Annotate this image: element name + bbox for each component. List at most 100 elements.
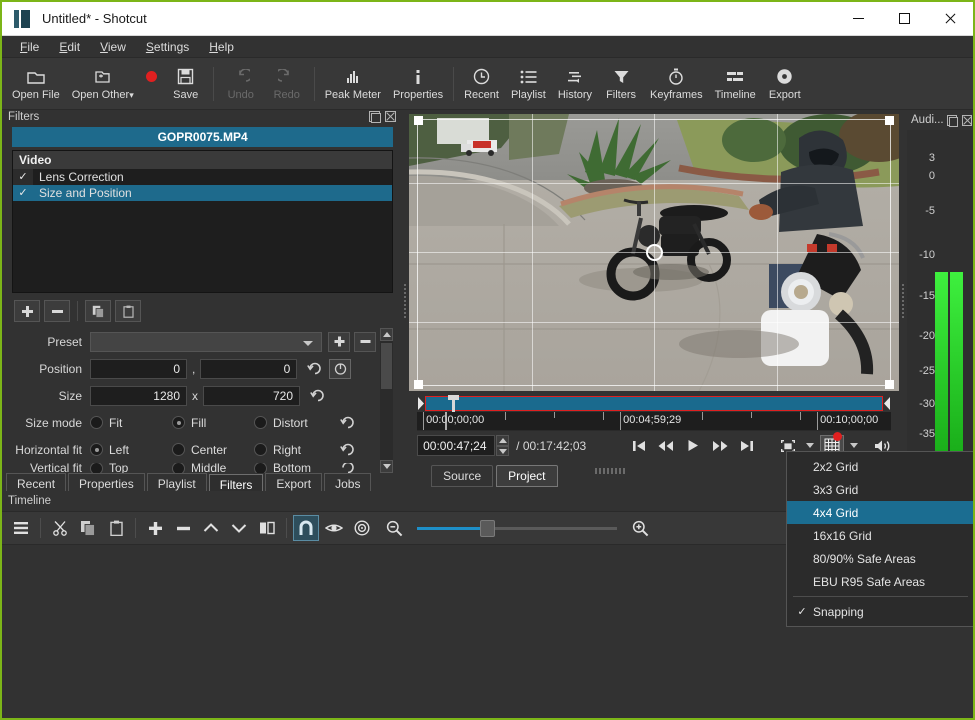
size-mode-reset-button[interactable]	[336, 412, 358, 433]
close-button[interactable]	[927, 2, 973, 36]
hfit-right[interactable]: Right	[254, 443, 336, 457]
menu-item-3x3-grid[interactable]: 3x3 Grid	[787, 478, 973, 501]
scrub-bar[interactable]	[417, 394, 891, 414]
menu-item-ebu-r95-safe-areas[interactable]: EBU R95 Safe Areas	[787, 570, 973, 593]
tab-source[interactable]: Source	[431, 465, 494, 488]
scroll-down-button[interactable]	[380, 460, 394, 473]
filter-row-size-and-position[interactable]: ✓ Size and Position	[13, 185, 393, 201]
snap-toggle-button[interactable]	[293, 515, 319, 541]
maximize-button[interactable]	[881, 2, 927, 36]
toolbar-recent[interactable]: Recent	[458, 65, 505, 103]
size-width-input[interactable]: 1280	[90, 385, 187, 406]
menu-settings[interactable]: Settings	[136, 37, 199, 57]
toolbar-playlist[interactable]: Playlist	[505, 65, 552, 103]
filters-close-icon[interactable]	[384, 110, 397, 123]
preset-add-button[interactable]	[328, 331, 351, 352]
menu-item-16x16-grid[interactable]: 16x16 Grid	[787, 524, 973, 547]
vfit-top[interactable]: Top	[90, 463, 172, 473]
zoom-timeline-out-button[interactable]	[381, 515, 407, 541]
filter-checkbox[interactable]: ✓	[13, 169, 33, 185]
remove-filter-button[interactable]	[44, 300, 70, 322]
toolbar-open-other[interactable]: Open Other▾	[66, 65, 140, 103]
audio-float-icon[interactable]	[946, 114, 958, 127]
spin-down-button[interactable]	[496, 445, 510, 457]
copy-filters-button[interactable]	[85, 300, 111, 322]
vfit-middle[interactable]: Middle	[172, 463, 254, 473]
size-height-input[interactable]: 720	[203, 385, 300, 406]
spin-up-button[interactable]	[496, 435, 510, 446]
toolbar-redo[interactable]: Redo	[264, 65, 310, 103]
toolbar-export[interactable]: Export	[762, 65, 808, 103]
tab-project[interactable]: Project	[496, 465, 558, 488]
menu-item-snapping[interactable]: ✓ Snapping	[787, 600, 973, 623]
add-filter-button[interactable]	[14, 300, 40, 322]
scroll-up-button[interactable]	[380, 328, 394, 341]
rewind-button[interactable]	[654, 435, 678, 457]
copy-button[interactable]	[75, 515, 101, 541]
zoom-timeline-in-button[interactable]	[627, 515, 653, 541]
filter-row-lens-correction[interactable]: ✓ Lens Correction	[13, 169, 392, 185]
filter-list[interactable]: Video ✓ Lens Correction ✓ Size and Posit…	[12, 150, 394, 293]
filter-checkbox[interactable]: ✓	[13, 185, 33, 201]
size-mode-distort[interactable]: Distort	[254, 416, 336, 430]
ruler-playhead[interactable]	[445, 411, 448, 430]
size-mode-fit[interactable]: Fit	[90, 416, 172, 430]
preset-remove-button[interactable]	[354, 331, 377, 352]
vui-handle-top-left[interactable]	[414, 115, 424, 125]
vfit-bottom[interactable]: Bottom	[254, 463, 336, 473]
vui-handle-bottom-right[interactable]	[885, 379, 895, 389]
toolbar-open-file[interactable]: Open File	[6, 65, 66, 103]
cut-button[interactable]	[47, 515, 73, 541]
panel-resize-handle[interactable]	[594, 468, 625, 475]
toolbar-filters[interactable]: Filters	[598, 65, 644, 103]
toolbar-undo[interactable]: Undo	[218, 65, 264, 103]
minimize-button[interactable]	[835, 2, 881, 36]
play-button[interactable]	[681, 435, 705, 457]
skip-to-end-button[interactable]	[735, 435, 759, 457]
split-button[interactable]	[254, 515, 280, 541]
menu-item-4x4-grid[interactable]: 4x4 Grid	[787, 501, 973, 524]
overwrite-button[interactable]	[226, 515, 252, 541]
scrub-track[interactable]	[425, 394, 884, 414]
position-spinner[interactable]	[496, 435, 510, 457]
dock-splitter-left[interactable]	[401, 110, 410, 491]
skip-to-start-button[interactable]	[627, 435, 651, 457]
hfit-left[interactable]: Left	[90, 443, 172, 457]
dock-splitter-right[interactable]	[899, 110, 908, 491]
video-frame[interactable]	[409, 113, 900, 391]
toolbar-history[interactable]: History	[552, 65, 598, 103]
out-point-marker[interactable]	[883, 396, 891, 411]
vfit-reset-button[interactable]	[336, 463, 358, 473]
player-time-ruler[interactable]: 00:00;00;00 00:04;59;29 00:10;00;00 00	[417, 411, 892, 431]
toolbar-timeline[interactable]: Timeline	[709, 65, 762, 103]
lift-button[interactable]	[198, 515, 224, 541]
position-reset-button[interactable]	[303, 358, 326, 379]
size-mode-fill[interactable]: Fill	[172, 416, 254, 430]
ripple-delete-button[interactable]	[170, 515, 196, 541]
toolbar-peak-meter[interactable]: Peak Meter	[319, 65, 387, 103]
position-x-input[interactable]: 0	[90, 358, 187, 379]
zoom-slider-thumb[interactable]	[480, 519, 495, 537]
audio-close-icon[interactable]	[961, 114, 973, 127]
menu-item-safe-areas-8090[interactable]: 80/90% Safe Areas	[787, 547, 973, 570]
menu-item-2x2-grid[interactable]: 2x2 Grid	[787, 455, 973, 478]
video-preview-area[interactable]	[409, 110, 900, 395]
menu-help[interactable]: Help	[199, 37, 244, 57]
menu-view[interactable]: View	[90, 37, 136, 57]
in-point-marker[interactable]	[417, 396, 425, 411]
menu-file[interactable]: File	[10, 37, 49, 57]
filters-float-icon[interactable]	[368, 110, 382, 123]
ripple-all-tracks-button[interactable]	[349, 515, 375, 541]
current-position-input[interactable]: 00:00:47;24	[417, 435, 496, 457]
paste-button[interactable]	[103, 515, 129, 541]
fast-forward-button[interactable]	[708, 435, 732, 457]
scrollbar-thumb[interactable]	[381, 343, 393, 389]
menu-edit[interactable]: Edit	[49, 37, 90, 57]
vui-handle-top-right[interactable]	[885, 115, 895, 125]
paste-filters-button[interactable]	[115, 300, 141, 322]
size-reset-button[interactable]	[306, 385, 328, 406]
toolbar-properties[interactable]: Properties	[387, 65, 449, 103]
position-y-input[interactable]: 0	[200, 358, 298, 379]
toolbar-keyframes[interactable]: Keyframes	[644, 65, 709, 103]
filter-params-scrollbar[interactable]	[380, 328, 394, 473]
